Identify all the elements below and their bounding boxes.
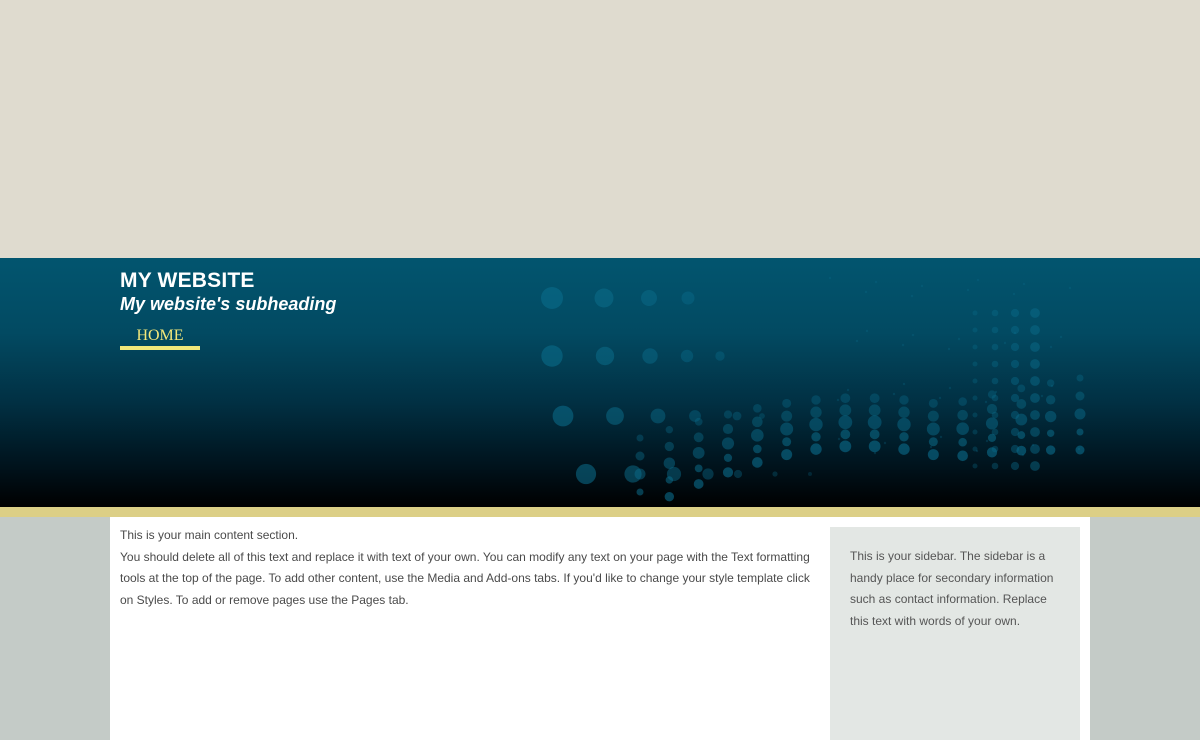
sidebar: This is your sidebar. The sidebar is a h…	[830, 527, 1080, 740]
content-area: This is your main content section. You s…	[110, 517, 1090, 740]
main-content-section: This is your main content section. You s…	[120, 525, 810, 611]
main-content-intro: This is your main content section.	[120, 528, 299, 542]
site-title: MY WEBSITE	[120, 269, 255, 292]
sidebar-text: This is your sidebar. The sidebar is a h…	[850, 549, 1054, 628]
site-subheading: My website's subheading	[120, 294, 337, 314]
header-divider	[0, 507, 1200, 517]
main-content-body: You should delete all of this text and r…	[120, 549, 810, 607]
site-header: MY WEBSITE My website's subheading HOME	[0, 258, 1200, 507]
nav-item-home[interactable]: HOME	[120, 326, 200, 350]
top-banner-area	[0, 0, 1200, 258]
